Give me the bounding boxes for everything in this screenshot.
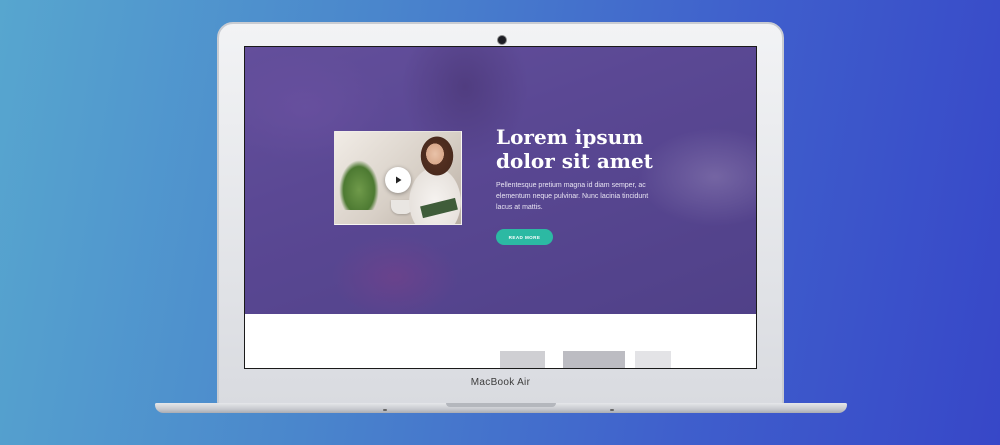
camera-icon (498, 36, 506, 44)
laptop-brand-label: MacBook Air (470, 377, 531, 388)
laptop-hinge (446, 403, 556, 407)
hero-title: Lorem ipsum dolor sit amet (496, 125, 746, 173)
laptop-foot (610, 409, 614, 411)
hero-title-line-2: dolor sit amet (496, 149, 653, 173)
play-icon (396, 176, 402, 184)
plant-image (339, 160, 379, 210)
content-image-placeholder (635, 351, 671, 368)
laptop-screen: Lorem ipsum dolor sit amet Pellentesque … (244, 46, 757, 369)
laptop-foot (383, 409, 387, 411)
content-image-placeholder (500, 351, 545, 368)
video-thumbnail[interactable] (334, 131, 462, 225)
hero-title-line-1: Lorem ipsum (496, 125, 644, 149)
read-more-button[interactable]: READ MORE (496, 229, 553, 245)
laptop-base (155, 403, 847, 413)
hero-description: Pellentesque pretium magna id diam sempe… (496, 182, 649, 211)
content-image-placeholder (563, 351, 625, 368)
play-button[interactable] (385, 167, 411, 193)
hero-section: Lorem ipsum dolor sit amet Pellentesque … (245, 47, 756, 314)
